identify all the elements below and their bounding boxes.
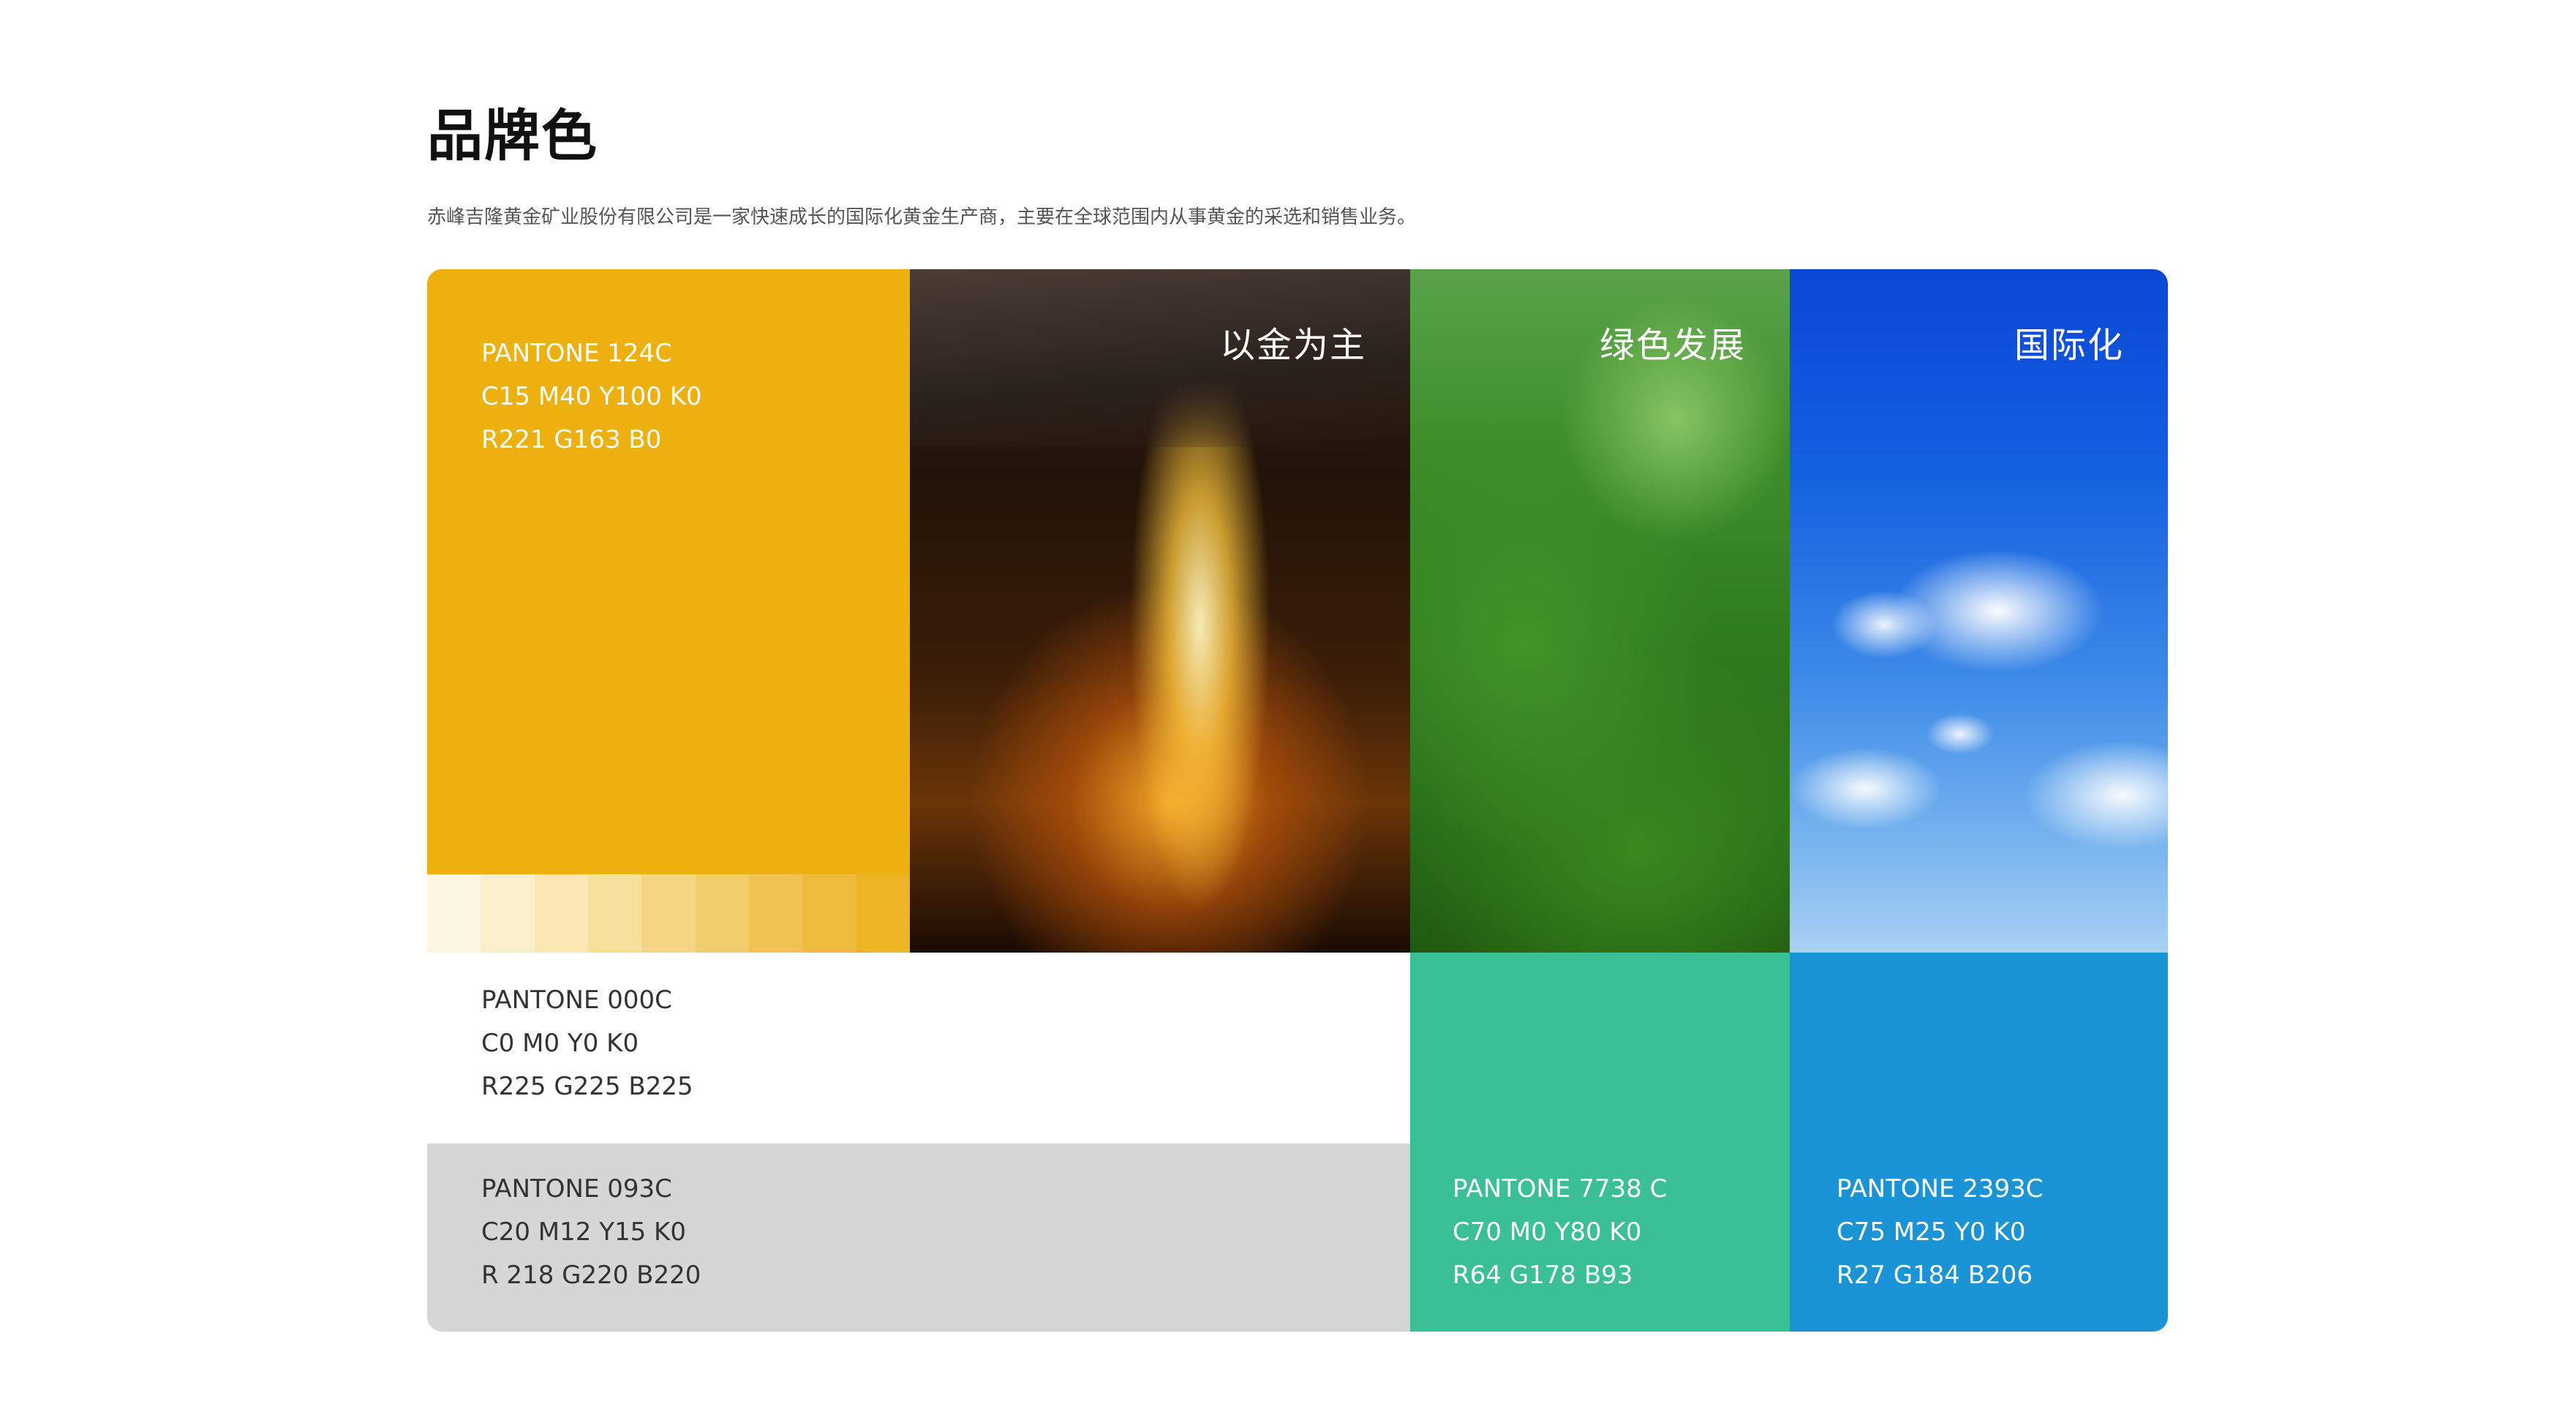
white-cmyk: C0 M0 Y0 K0 bbox=[481, 1029, 639, 1058]
gold-tint-chip bbox=[802, 874, 856, 953]
white-spec: PANTONE 000C C0 M0 Y0 K0 R225 G225 B225 bbox=[481, 979, 693, 1108]
gold-tint-chip bbox=[587, 874, 642, 953]
teal-rgb: R64 G178 B93 bbox=[1453, 1261, 1633, 1290]
blue-sky-image: 国际化 bbox=[1790, 269, 2168, 953]
page-title: 品牌色 bbox=[427, 103, 598, 168]
gold-tint-chip bbox=[427, 874, 481, 953]
white-pantone: PANTONE 000C bbox=[481, 986, 672, 1015]
metal-image-label: 以金为主 bbox=[1219, 325, 1366, 366]
gold-tint-chip bbox=[481, 874, 535, 953]
gold-spec: PANTONE 124C C15 M40 Y100 K0 R221 G163 B… bbox=[481, 332, 702, 462]
gold-tint-chip bbox=[641, 874, 696, 953]
blue-cmyk: C75 M25 Y0 K0 bbox=[1837, 1217, 2026, 1247]
gold-swatch: PANTONE 124C C15 M40 Y100 K0 R221 G163 B… bbox=[427, 269, 910, 1052]
gold-tint-strip bbox=[427, 874, 910, 953]
molten-gold-image: 以金为主 bbox=[910, 269, 1410, 953]
gold-rgb: R221 G163 B0 bbox=[481, 425, 662, 454]
brand-color-board: PANTONE 124C C15 M40 Y100 K0 R221 G163 B… bbox=[427, 269, 2168, 1332]
gold-tint-chip bbox=[695, 874, 749, 953]
teal-swatch: PANTONE 7738 C C70 M0 Y80 K0 R64 G178 B9… bbox=[1410, 953, 1790, 1332]
grey-rgb: R 218 G220 B220 bbox=[481, 1261, 701, 1290]
blue-rgb: R27 G184 B206 bbox=[1837, 1261, 2033, 1290]
blue-swatch: PANTONE 2393C C75 M25 Y0 K0 R27 G184 B20… bbox=[1790, 953, 2168, 1332]
green-image-label: 绿色发展 bbox=[1599, 325, 1746, 366]
grey-swatch: PANTONE 093C C20 M12 Y15 K0 R 218 G220 B… bbox=[427, 1144, 1410, 1332]
blue-spec: PANTONE 2393C C75 M25 Y0 K0 R27 G184 B20… bbox=[1837, 1168, 2044, 1297]
page-subtitle: 赤峰吉隆黄金矿业股份有限公司是一家快速成长的国际化黄金生产商，主要在全球范围内从… bbox=[427, 206, 1417, 228]
teal-pantone: PANTONE 7738 C bbox=[1453, 1174, 1668, 1204]
green-mountain-image: 绿色发展 bbox=[1410, 269, 1790, 953]
grey-spec: PANTONE 093C C20 M12 Y15 K0 R 218 G220 B… bbox=[481, 1168, 701, 1297]
gold-tint-chip bbox=[856, 874, 910, 953]
gold-pantone: PANTONE 124C bbox=[481, 339, 672, 368]
grey-cmyk: C20 M12 Y15 K0 bbox=[481, 1217, 686, 1247]
gold-tint-chip bbox=[534, 874, 588, 953]
sky-image-label: 国际化 bbox=[2014, 325, 2124, 366]
teal-cmyk: C70 M0 Y80 K0 bbox=[1453, 1217, 1642, 1247]
white-swatch: PANTONE 000C C0 M0 Y0 K0 R225 G225 B225 bbox=[427, 953, 1410, 1144]
blue-pantone: PANTONE 2393C bbox=[1837, 1174, 2044, 1204]
white-rgb: R225 G225 B225 bbox=[481, 1072, 693, 1101]
gold-tint-chip bbox=[748, 874, 803, 953]
grey-pantone: PANTONE 093C bbox=[481, 1174, 672, 1204]
teal-spec: PANTONE 7738 C C70 M0 Y80 K0 R64 G178 B9… bbox=[1453, 1168, 1667, 1297]
gold-cmyk: C15 M40 Y100 K0 bbox=[481, 382, 702, 411]
